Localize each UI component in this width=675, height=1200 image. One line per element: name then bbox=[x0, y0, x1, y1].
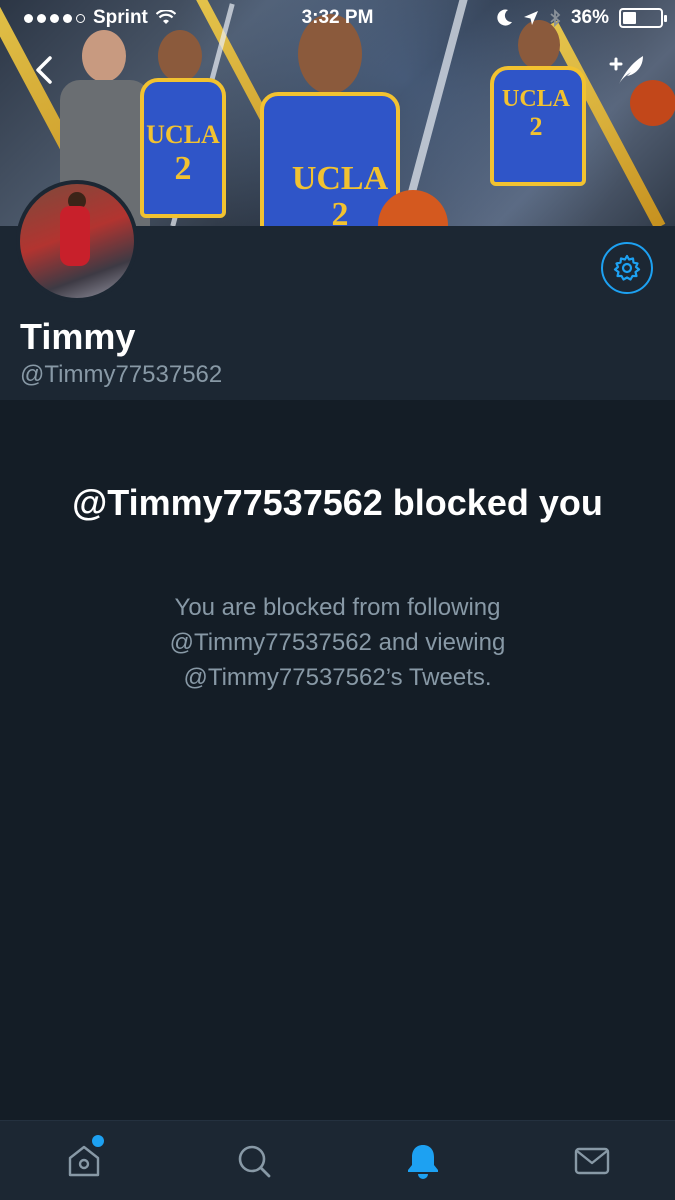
bell-icon bbox=[408, 1145, 438, 1179]
battery-percent: 36% bbox=[570, 7, 609, 28]
battery-icon bbox=[619, 8, 667, 28]
compose-tweet-icon bbox=[609, 56, 643, 84]
search-icon bbox=[238, 1145, 271, 1178]
profile-handle: @Timmy77537562 bbox=[20, 361, 223, 388]
back-button[interactable] bbox=[28, 50, 62, 90]
bottom-tab-bar bbox=[0, 1120, 675, 1200]
mail-icon bbox=[574, 1147, 610, 1175]
profile-name: Timmy bbox=[20, 316, 136, 357]
blocked-description: You are blocked from following @Timmy775… bbox=[169, 594, 506, 691]
location-arrow-icon bbox=[523, 11, 538, 25]
gear-icon bbox=[613, 254, 641, 281]
tab-home[interactable] bbox=[62, 1135, 106, 1183]
tab-messages[interactable] bbox=[570, 1139, 614, 1183]
compose-tweet-button[interactable] bbox=[605, 50, 649, 90]
tab-notifications[interactable] bbox=[401, 1139, 445, 1183]
status-bar: Sprint 3:32 PM 36% bbox=[0, 0, 675, 36]
home-notification-dot bbox=[92, 1135, 104, 1147]
moon-icon bbox=[497, 9, 512, 26]
bluetooth-icon bbox=[550, 8, 561, 28]
home-icon bbox=[68, 1145, 100, 1177]
chevron-left-icon bbox=[36, 56, 52, 84]
blocked-title: @Timmy77537562 blocked you bbox=[72, 482, 603, 523]
avatar[interactable] bbox=[16, 180, 138, 302]
profile-settings-button[interactable] bbox=[601, 242, 653, 294]
tab-search[interactable] bbox=[232, 1139, 276, 1183]
